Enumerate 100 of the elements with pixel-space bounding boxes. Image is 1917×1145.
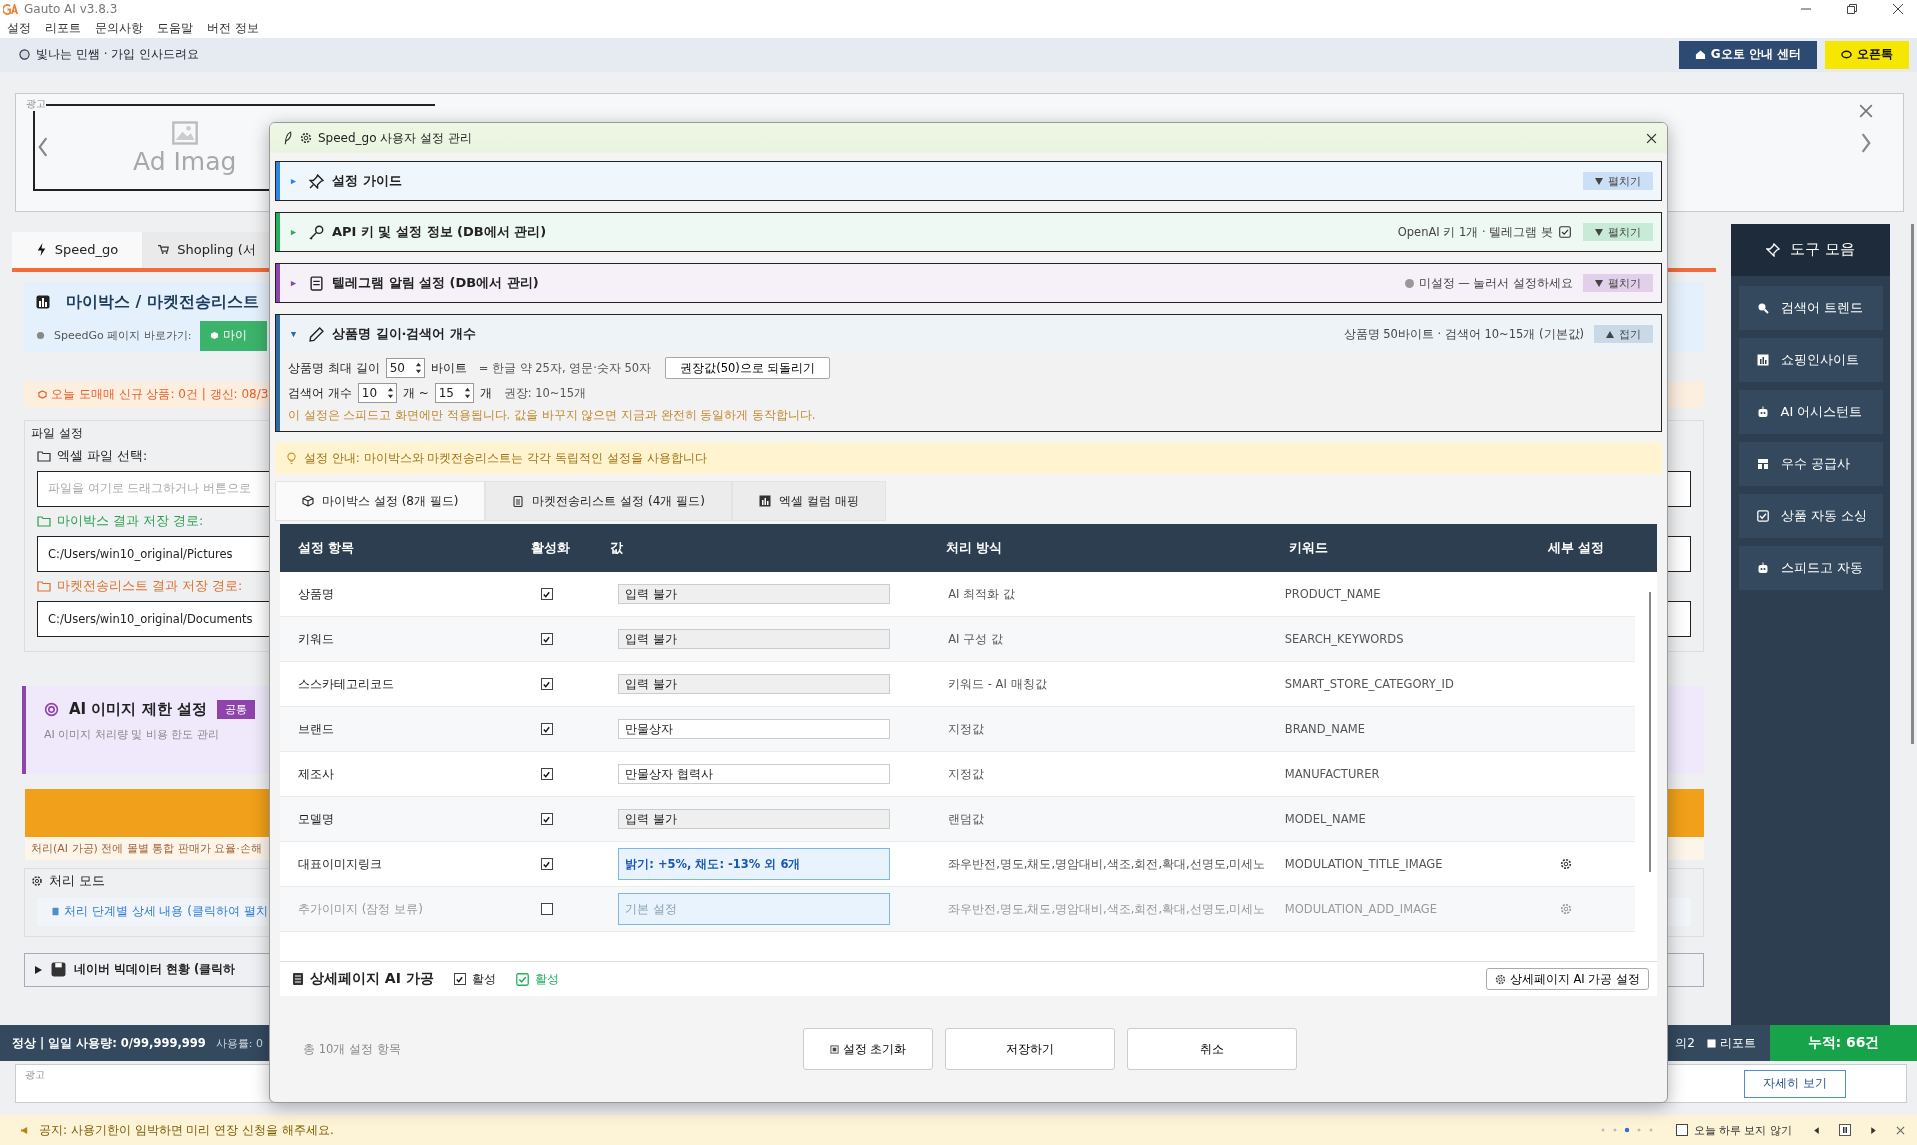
- close-icon[interactable]: [1646, 132, 1657, 144]
- table-cell-text: PRODUCT_NAME: [1283, 587, 1382, 601]
- spinner-arrows-icon[interactable]: [386, 387, 394, 399]
- section-header[interactable]: 설정 가이드 펼치기: [280, 162, 1661, 200]
- checkbox[interactable]: [540, 633, 553, 645]
- detail-settings-button[interactable]: 상세페이지 AI 가공 설정: [1485, 968, 1649, 990]
- tool-button[interactable]: 상품 자동 소싱: [1738, 493, 1883, 538]
- usage-rate: 사용률: 0: [215, 1035, 263, 1051]
- settings-icon[interactable]: [1560, 858, 1573, 870]
- ad-label: 광고: [26, 96, 46, 111]
- clipboard-icon: [512, 495, 525, 507]
- menu-item[interactable]: 버전 정보: [207, 19, 259, 37]
- spinner-arrows-icon[interactable]: [463, 387, 471, 399]
- value-field[interactable]: 입력 불가: [618, 629, 891, 649]
- pause-icon[interactable]: [1839, 1124, 1851, 1137]
- image-placeholder-icon: [170, 118, 199, 147]
- house-icon: [1694, 49, 1706, 61]
- table-cell-text: 지정값: [947, 721, 986, 737]
- tab[interactable]: 마이박스 설정 (8개 필드): [275, 481, 486, 521]
- menu-item[interactable]: 도움말: [157, 19, 193, 37]
- menu-item[interactable]: 문의사항: [95, 19, 143, 37]
- menu-item[interactable]: 설정: [7, 19, 31, 37]
- tool-button[interactable]: 쇼핑인사이트: [1738, 337, 1883, 382]
- close-icon[interactable]: [1893, 4, 1903, 15]
- tab[interactable]: Speed_go: [12, 231, 142, 268]
- spinner-arrows-icon[interactable]: [414, 362, 422, 374]
- toggle-button[interactable]: 펼치기: [1583, 274, 1653, 292]
- checkbox[interactable]: [540, 768, 553, 780]
- scrollbar[interactable]: [1911, 223, 1914, 744]
- reset-icon: [829, 1044, 839, 1054]
- dialog-button[interactable]: 취소: [1127, 1028, 1297, 1070]
- document-icon: [292, 972, 304, 986]
- field-label: 마이박스 결과 저장 경로:: [57, 512, 204, 530]
- report-link[interactable]: 리포트: [1707, 1034, 1756, 1052]
- scrollbar[interactable]: [1649, 592, 1651, 872]
- dialog-button[interactable]: 설정 초기화: [803, 1028, 933, 1070]
- dialog-button[interactable]: 저장하기: [945, 1028, 1115, 1070]
- section-header[interactable]: 텔레그램 알림 설정 (DB에서 관리) 미설정 — 눌러서 설정하세요 펼치기: [280, 264, 1661, 302]
- section-title: 파일 설정: [31, 424, 84, 442]
- table-cell-text: AI 구성 값: [947, 631, 1004, 647]
- triangle-icon: [1595, 279, 1603, 287]
- value-field[interactable]: 입력 불가: [618, 584, 891, 604]
- inquiry-link[interactable]: 의2: [1675, 1034, 1695, 1052]
- checkbox-label[interactable]: 활성: [471, 970, 496, 988]
- checkbox[interactable]: [540, 813, 553, 825]
- section-header[interactable]: API 키 및 설정 정보 (DB에서 관리) OpenAI 키 1개 · 텔레그램 봇 펼치기: [280, 213, 1661, 251]
- checkbox-icon: [1756, 509, 1769, 522]
- checkbox[interactable]: [540, 903, 553, 915]
- pin-icon: [309, 173, 324, 189]
- number-field[interactable]: 50: [385, 358, 425, 378]
- toggle-button[interactable]: 펼치기: [1583, 172, 1653, 190]
- checkbox[interactable]: [540, 723, 553, 735]
- value-field[interactable]: 만물상자: [618, 719, 891, 739]
- folder-icon: [37, 580, 51, 593]
- hint-text: = 한글 약 25자, 영문·숫자 50자: [478, 360, 652, 376]
- store-icon: [1756, 457, 1769, 470]
- header-button[interactable]: G오토 안내 센터: [1678, 40, 1817, 69]
- toggle-button[interactable]: 접기: [1594, 325, 1653, 343]
- number-field[interactable]: 15: [434, 383, 474, 403]
- tab[interactable]: 마켓전송리스트 설정 (4개 필드): [485, 481, 732, 521]
- panel-title: 마이박스 / 마켓전송리스트: [66, 291, 259, 313]
- value-field[interactable]: 만물상자 협력사: [618, 764, 891, 784]
- tool-button[interactable]: AI 어시스턴트: [1738, 389, 1883, 434]
- reset-button[interactable]: 권장값(50)으로 되돌리기: [665, 357, 831, 379]
- previous-icon[interactable]: [1812, 1125, 1821, 1135]
- table-cell-text: SEARCH_KEYWORDS: [1283, 632, 1405, 646]
- column-header: 값: [609, 539, 624, 557]
- value-field[interactable]: 입력 불가: [618, 674, 891, 694]
- device-icon: [309, 275, 324, 291]
- checkbox[interactable]: [540, 858, 553, 870]
- unit-label: 개 ~: [402, 384, 429, 402]
- toggle-button[interactable]: 펼치기: [1583, 223, 1653, 241]
- checkbox[interactable]: [540, 678, 553, 690]
- value-field[interactable]: 입력 불가: [618, 809, 891, 829]
- link-label: SpeedGo 페이지 바로가기:: [54, 328, 192, 344]
- value-field[interactable]: 밝기: +5%, 채도: -13% 외 6개: [618, 848, 891, 880]
- table-cell-text: 키워드 - AI 매칭값: [947, 676, 1048, 692]
- chevron-right-icon[interactable]: [1860, 131, 1872, 154]
- number-field[interactable]: 10: [357, 383, 397, 403]
- restore-icon[interactable]: [1847, 4, 1857, 15]
- tab[interactable]: Shopling (서: [142, 231, 272, 268]
- gear-icon: [300, 131, 312, 145]
- tab[interactable]: 엑셀 컬럼 매핑: [731, 481, 886, 521]
- tool-button[interactable]: 검색어 트렌드: [1738, 285, 1883, 330]
- next-icon[interactable]: [1869, 1125, 1878, 1135]
- details-button[interactable]: 자세히 보기: [1744, 1069, 1846, 1098]
- report-icon: [1707, 1038, 1716, 1048]
- megaphone-icon: [20, 1125, 29, 1135]
- checkbox[interactable]: [453, 973, 466, 985]
- checkbox[interactable]: [1675, 1124, 1688, 1137]
- header-button[interactable]: 오픈톡: [1825, 40, 1909, 69]
- tool-button[interactable]: 우수 공급사: [1738, 441, 1883, 486]
- checkbox[interactable]: [540, 588, 553, 600]
- menu-item[interactable]: 리포트: [45, 19, 81, 37]
- gear-icon: [31, 875, 43, 888]
- tool-button[interactable]: 스피드고 자동: [1738, 545, 1883, 590]
- chat-bubble-icon: [1841, 49, 1852, 61]
- globe-icon: [36, 331, 45, 341]
- checkbox-label[interactable]: 오늘 하루 보지 않기: [1693, 1122, 1792, 1138]
- section-header[interactable]: 상품명 길이·검색어 개수 상품명 50바이트 · 검색어 10~15개 (기본값) 접기: [280, 315, 1661, 353]
